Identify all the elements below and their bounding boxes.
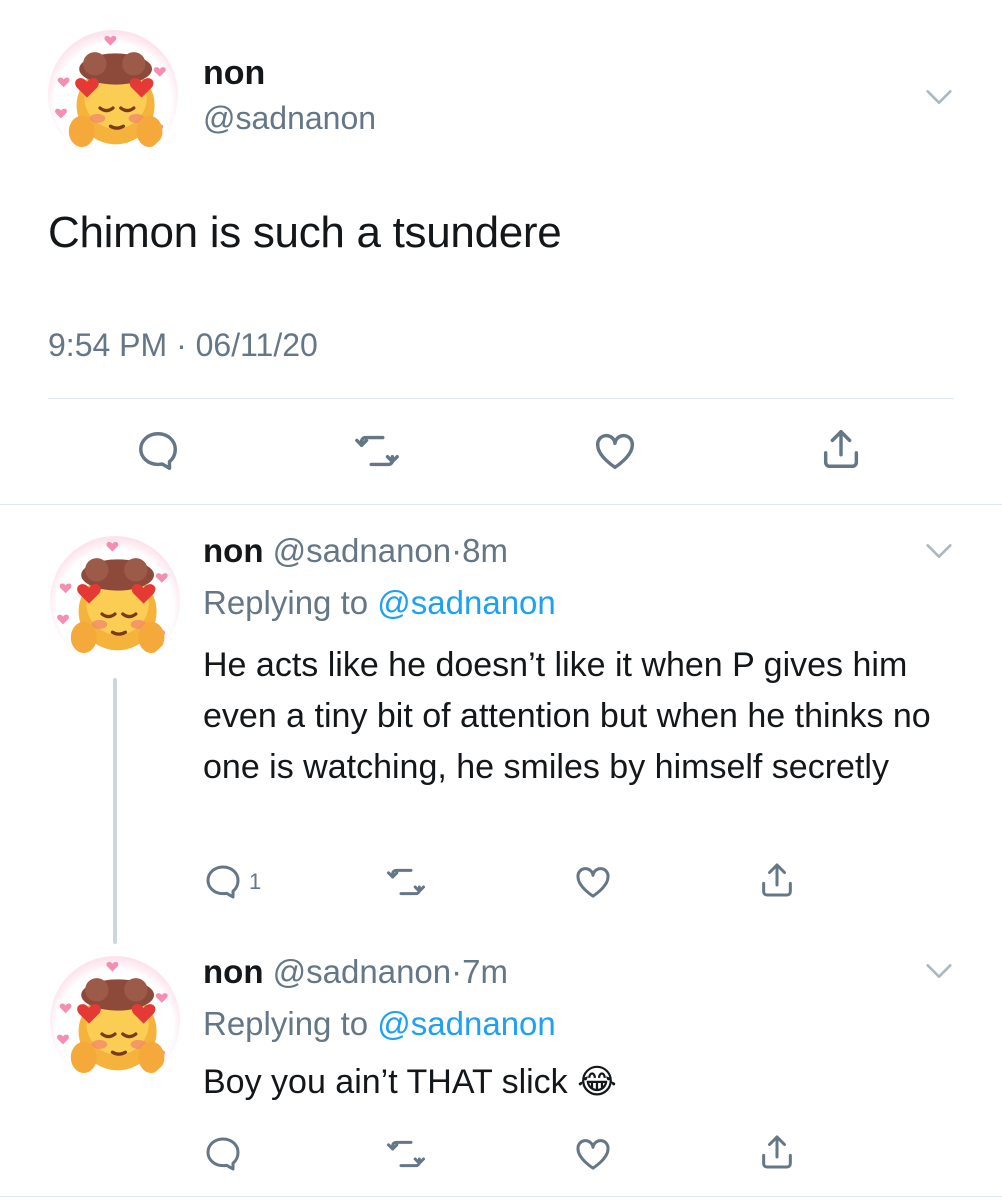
retweet-button[interactable] [386, 1134, 426, 1174]
tweet-date: 06/11/20 [195, 327, 318, 363]
reply-button[interactable] [203, 1134, 243, 1174]
smiling-face-with-hearts-emoji [50, 536, 180, 666]
user-handle[interactable]: @sadnanon [273, 532, 451, 569]
heart-icon [592, 428, 638, 474]
face-with-tears-of-joy-emoji: 😂 [577, 1063, 617, 1101]
divider [0, 1196, 1002, 1197]
separator: · [451, 953, 463, 990]
user-handle[interactable]: @sadnanon [203, 100, 376, 137]
chevron-down-icon[interactable] [922, 954, 956, 988]
retweet-arrows-icon [386, 862, 426, 902]
retweet-button[interactable] [354, 428, 400, 474]
replying-prefix: Replying to [203, 584, 369, 621]
reply-age: 8m [462, 532, 508, 569]
divider [48, 398, 954, 399]
avatar[interactable] [50, 536, 180, 666]
retweet-arrows-icon [354, 428, 400, 474]
reply-text-body: Boy you ain’t THAT slick [203, 1063, 568, 1101]
speech-bubble-icon [203, 1134, 243, 1174]
reply-count: 1 [249, 869, 262, 894]
like-button[interactable] [573, 1134, 613, 1174]
tweet-time: 9:54 PM [48, 327, 168, 363]
divider [0, 504, 1002, 505]
reply-text: Boy you ain’t THAT slick 😂 [203, 1062, 617, 1102]
replying-to-handle-link[interactable]: @sadnanon [377, 1005, 555, 1042]
share-upload-icon [818, 426, 864, 472]
reply-button[interactable]: 1 [203, 862, 261, 902]
replying-to-line: Replying to @sadnanon [203, 1005, 556, 1043]
display-name[interactable]: non [203, 532, 263, 569]
replying-to-handle-link[interactable]: @sadnanon [377, 584, 555, 621]
chevron-down-icon[interactable] [922, 534, 956, 568]
share-button[interactable] [757, 860, 797, 900]
display-name[interactable]: non [203, 953, 263, 990]
heart-icon [573, 862, 613, 902]
share-button[interactable] [818, 426, 864, 472]
like-button[interactable] [592, 428, 638, 474]
thread-connector-line [113, 678, 117, 944]
reply-header: non @sadnanon·8m [203, 532, 508, 570]
retweet-button[interactable] [386, 862, 426, 902]
separator: · [451, 532, 463, 569]
reply-text: He acts like he doesn’t like it when P g… [203, 646, 931, 786]
speech-bubble-icon [135, 428, 181, 474]
reply-age: 7m [462, 953, 508, 990]
replying-to-line: Replying to @sadnanon [203, 584, 556, 622]
share-upload-icon [757, 1132, 797, 1172]
retweet-arrows-icon [386, 1134, 426, 1174]
avatar[interactable] [48, 30, 178, 160]
share-upload-icon [757, 860, 797, 900]
heart-icon [573, 1134, 613, 1174]
smiling-face-with-hearts-emoji [48, 30, 178, 160]
display-name[interactable]: non [203, 54, 265, 93]
smiling-face-with-hearts-emoji [50, 956, 180, 1086]
like-button[interactable] [573, 862, 613, 902]
reply-button[interactable] [135, 428, 181, 474]
tweet-text: Chimon is such a tsundere [48, 208, 562, 257]
share-button[interactable] [757, 1132, 797, 1172]
replying-prefix: Replying to [203, 1005, 369, 1042]
speech-bubble-icon [203, 862, 243, 902]
separator: · [176, 327, 187, 363]
tweet-timestamp: 9:54 PM · 06/11/20 [48, 327, 318, 364]
reply-header: non @sadnanon·7m [203, 953, 508, 991]
avatar[interactable] [50, 956, 180, 1086]
chevron-down-icon[interactable] [922, 80, 956, 114]
user-handle[interactable]: @sadnanon [273, 953, 451, 990]
